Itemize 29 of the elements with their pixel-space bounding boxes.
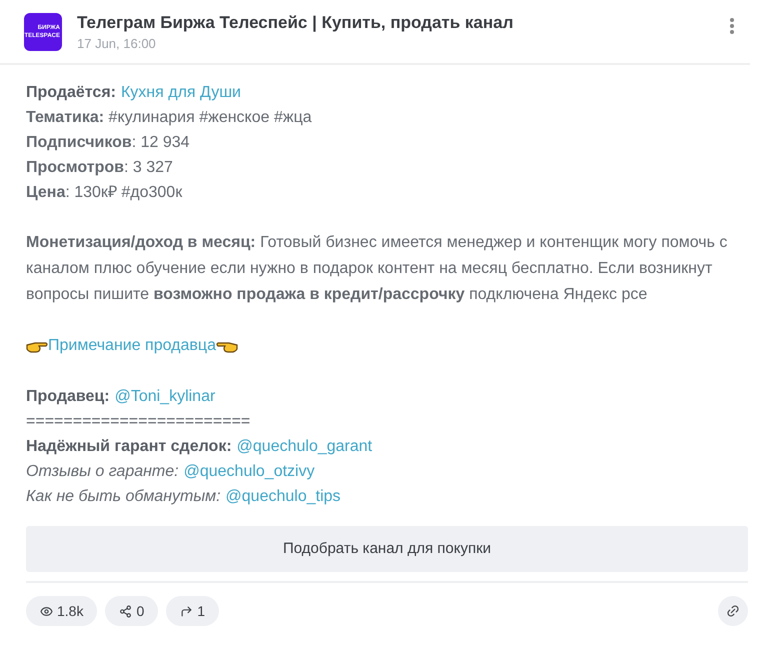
- find-channel-button[interactable]: Подобрать канал для покупки: [26, 526, 748, 572]
- field-link[interactable]: @quechulo_tips: [226, 484, 341, 509]
- field-link[interactable]: Кухня для Души: [120, 80, 241, 105]
- eye-icon: [40, 604, 53, 618]
- field-label: Надёжный гарант сделок:: [26, 437, 232, 457]
- share-icon: [119, 604, 132, 618]
- field-label: Отзывы о гаранте:: [26, 462, 179, 482]
- seller-note-link[interactable]: Примечание продавца: [48, 333, 216, 359]
- stat-count: 1: [197, 602, 206, 620]
- more-options-button[interactable]: [730, 18, 734, 34]
- field-label: Продавец:: [26, 387, 110, 407]
- more-options-icon: [730, 18, 734, 34]
- field-link[interactable]: @Toni_kylinar: [114, 384, 216, 409]
- separator-text: ========================: [26, 412, 252, 432]
- stat-count: 0: [136, 602, 144, 620]
- field-link[interactable]: @quechulo_garant: [236, 434, 372, 459]
- field-line: Тематика: #кулинария #женское #жца: [26, 108, 313, 128]
- field-label: Продаётся:: [26, 83, 116, 103]
- field-label: Как не быть обманутым:: [26, 487, 221, 507]
- field-link[interactable]: @quechulo_otzivy: [184, 459, 315, 484]
- field-line: Подписчиков: 12 934: [26, 133, 191, 153]
- post-date: 17 Jun, 16:00: [77, 35, 157, 53]
- copy-link-button[interactable]: [718, 596, 748, 626]
- forward-arrow-icon: [180, 604, 194, 618]
- field-line: Цена: 130к₽ #до300к: [26, 183, 184, 203]
- description-paragraph: Монетизация/доход в месяц: Готовый бизнес имеется менеджер и контенщик могу помочь с каналом плюс обучение если нужно в подарок контент на месяц бесплатно. Если возникнут вопросы пишите возможно продажа в кредит/рассрочку подключена Яндекс рсе: [26, 233, 728, 305]
- stat-count: 1.8k: [57, 602, 84, 620]
- channel-title: Телеграм Биржа Телеспейс | Купить, продать канал: [77, 12, 514, 34]
- field-line: Просмотров: 3 327: [26, 158, 174, 178]
